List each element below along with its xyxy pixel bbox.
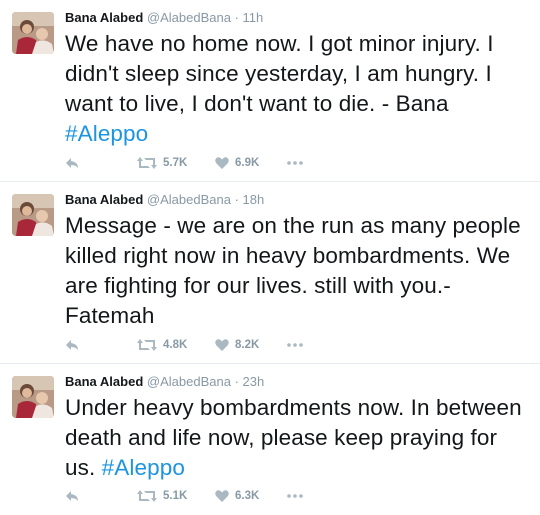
retweet-icon	[137, 490, 157, 502]
more-icon	[287, 494, 303, 498]
like-count: 8.2K	[235, 339, 260, 351]
tweet-text: Message - we are on the run as many peop…	[65, 211, 528, 331]
header-separator: ·	[234, 192, 239, 207]
tweet-text: We have no home now. I got minor injury.…	[65, 29, 528, 149]
reply-icon	[66, 158, 78, 168]
display-name[interactable]: Bana Alabed	[65, 192, 143, 207]
retweet-button[interactable]: 4.8K	[137, 337, 187, 353]
retweet-button[interactable]: 5.7K	[137, 155, 187, 171]
reply-icon	[66, 340, 78, 350]
retweet-icon	[137, 157, 157, 169]
header-separator: ·	[234, 374, 239, 389]
tweet-body: Message - we are on the run as many peop…	[65, 213, 521, 328]
display-name[interactable]: Bana Alabed	[65, 10, 143, 25]
avatar[interactable]	[12, 194, 54, 236]
avatar[interactable]	[12, 12, 54, 54]
retweet-icon	[137, 339, 157, 351]
retweet-count: 4.8K	[163, 339, 188, 351]
tweet-header: Bana Alabed @AlabedBana · 23h	[65, 374, 528, 390]
hashtag-link[interactable]: #Aleppo	[102, 455, 185, 480]
reply-button[interactable]	[65, 155, 79, 171]
retweet-button[interactable]: 5.1K	[137, 488, 187, 504]
like-button[interactable]: 6.3K	[215, 488, 259, 504]
tweet[interactable]: Bana Alabed @AlabedBana · 23h Under heav…	[0, 364, 540, 515]
more-button[interactable]	[287, 488, 303, 504]
reply-icon	[66, 491, 78, 501]
like-count: 6.9K	[235, 157, 260, 169]
tweet[interactable]: Bana Alabed @AlabedBana · 18h Message - …	[0, 182, 540, 364]
like-button[interactable]: 8.2K	[215, 337, 259, 353]
header-separator: ·	[234, 10, 239, 25]
reply-button[interactable]	[65, 488, 79, 504]
retweet-count: 5.7K	[163, 157, 188, 169]
tweet-feed: Bana Alabed @AlabedBana · 11h We have no…	[0, 0, 540, 515]
tweet-text: Under heavy bombardments now. In between…	[65, 393, 528, 483]
tweet-body: We have no home now. I got minor injury.…	[65, 31, 494, 116]
user-handle[interactable]: @AlabedBana	[147, 192, 231, 207]
heart-icon	[215, 339, 229, 351]
heart-icon	[215, 157, 229, 169]
reply-button[interactable]	[65, 337, 79, 353]
tweet-header: Bana Alabed @AlabedBana · 18h	[65, 192, 528, 208]
avatar[interactable]	[12, 376, 54, 418]
timestamp[interactable]: 11h	[243, 10, 264, 25]
more-icon	[287, 161, 303, 165]
tweet-header: Bana Alabed @AlabedBana · 11h	[65, 10, 528, 26]
timestamp[interactable]: 18h	[243, 192, 265, 207]
user-handle[interactable]: @AlabedBana	[147, 10, 231, 25]
like-button[interactable]: 6.9K	[215, 155, 259, 171]
timestamp[interactable]: 23h	[243, 374, 265, 389]
retweet-count: 5.1K	[163, 490, 188, 502]
heart-icon	[215, 490, 229, 502]
display-name[interactable]: Bana Alabed	[65, 374, 143, 389]
more-button[interactable]	[287, 155, 303, 171]
like-count: 6.3K	[235, 490, 260, 502]
user-handle[interactable]: @AlabedBana	[147, 374, 231, 389]
tweet[interactable]: Bana Alabed @AlabedBana · 11h We have no…	[0, 0, 540, 182]
more-icon	[287, 343, 303, 347]
hashtag-link[interactable]: #Aleppo	[65, 121, 148, 146]
more-button[interactable]	[287, 337, 303, 353]
